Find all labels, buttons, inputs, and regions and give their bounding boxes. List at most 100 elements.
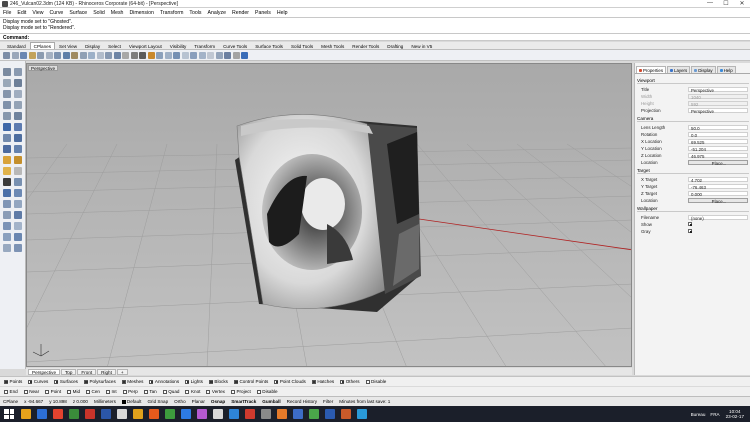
select-icon[interactable]: [3, 68, 11, 76]
text-icon[interactable]: [14, 123, 22, 131]
taskbar-app-icon[interactable]: [261, 409, 271, 419]
show-checkbox[interactable]: [688, 222, 692, 227]
filter-toggle[interactable]: Filter: [323, 399, 333, 404]
osnap-tan[interactable]: Tan: [143, 389, 157, 394]
tab-display[interactable]: Display: [81, 42, 104, 49]
filter-point-clouds[interactable]: Point Clouds: [274, 379, 306, 384]
cplane-elevation-icon[interactable]: [20, 51, 27, 59]
cplane-world-front-icon[interactable]: [96, 51, 104, 59]
taskbar-app-icon[interactable]: [69, 409, 79, 419]
grid-icon[interactable]: [139, 51, 146, 59]
box-icon[interactable]: [3, 145, 11, 153]
zoom-selected-icon[interactable]: [190, 51, 197, 59]
osnap-perp[interactable]: Perp: [122, 389, 138, 394]
gumball-toggle[interactable]: Gumball: [262, 399, 280, 404]
x-target-field[interactable]: 4.702: [688, 176, 748, 183]
smarttrack-toggle[interactable]: SmartTrack: [231, 399, 256, 404]
taskbar-app-icon[interactable]: [229, 409, 239, 419]
menu-solid[interactable]: Solid: [93, 10, 105, 16]
point-icon[interactable]: [3, 79, 11, 87]
current-layer[interactable]: Default: [121, 399, 141, 404]
tab-mesh-tools[interactable]: Mesh Tools: [317, 42, 348, 49]
menu-analyze[interactable]: Analyze: [208, 10, 226, 16]
set-view-icon[interactable]: [224, 51, 231, 59]
add-viewport-tab-button[interactable]: +: [116, 368, 128, 375]
scale-icon[interactable]: [14, 222, 22, 230]
y-target-field[interactable]: -76.463: [688, 183, 748, 190]
taskbar-app-icon[interactable]: [165, 409, 175, 419]
y-location-field[interactable]: -51.204: [688, 145, 748, 152]
named-cplanes-icon[interactable]: [130, 51, 138, 59]
tab-transform[interactable]: Transform: [190, 42, 219, 49]
cylinder-icon[interactable]: [3, 156, 11, 164]
osnap-toggle[interactable]: Osnap: [211, 399, 225, 404]
taskbar-app-icon[interactable]: [149, 409, 159, 419]
tab-drafting[interactable]: Drafting: [383, 42, 407, 49]
menu-transform[interactable]: Transform: [160, 10, 183, 16]
filter-curves[interactable]: Curves: [28, 379, 48, 384]
osnap-project[interactable]: Project: [230, 389, 251, 394]
copy-icon[interactable]: [14, 211, 22, 219]
target-place-button[interactable]: Place...: [688, 197, 748, 204]
sphere-icon[interactable]: [14, 145, 22, 153]
planar-toggle[interactable]: Planar: [192, 399, 205, 404]
tab-cplanes[interactable]: CPlanes: [29, 42, 56, 49]
split-icon[interactable]: [14, 189, 22, 197]
curve-icon[interactable]: [14, 79, 22, 87]
filter-meshes[interactable]: Meshes: [121, 379, 143, 384]
filter-lights[interactable]: Lights: [185, 379, 203, 384]
filter-control-points[interactable]: Control Points: [233, 379, 268, 384]
loft-icon[interactable]: [14, 134, 22, 142]
osnap-point[interactable]: Point: [45, 389, 61, 394]
menu-render[interactable]: Render: [232, 10, 249, 16]
render-icon[interactable]: [147, 51, 155, 59]
z-target-field[interactable]: 0.000: [688, 190, 748, 197]
record-history-toggle[interactable]: Record History: [287, 399, 317, 404]
menu-surface[interactable]: Surface: [69, 10, 87, 16]
tab-visibility[interactable]: Visibility: [166, 42, 191, 49]
cplane-zaxis-icon[interactable]: [71, 51, 78, 59]
lens-field[interactable]: 50.0: [688, 124, 748, 131]
gray-checkbox[interactable]: [688, 229, 692, 234]
light-icon[interactable]: [14, 167, 22, 175]
taskbar-app-icon[interactable]: [293, 409, 303, 419]
vptab-perspective[interactable]: Perspective: [28, 368, 61, 375]
move-icon[interactable]: [3, 211, 11, 219]
tab-solid-tools[interactable]: Solid Tools: [287, 42, 317, 49]
panel-tab-layers[interactable]: Layers: [667, 66, 691, 73]
select-window-icon[interactable]: [14, 68, 22, 76]
osnap-quad[interactable]: Quad: [162, 389, 179, 394]
tab-viewport-layout[interactable]: Viewport Layout: [125, 42, 166, 49]
taskbar-app-icon[interactable]: [277, 409, 287, 419]
join-icon[interactable]: [3, 200, 11, 208]
analyze-icon[interactable]: [14, 244, 22, 252]
arc-icon[interactable]: [3, 112, 11, 120]
cplane-next-icon[interactable]: [122, 51, 129, 59]
filter-disable[interactable]: Disable: [365, 379, 386, 384]
undo-view-icon[interactable]: [215, 51, 223, 59]
taskbar-app-icon[interactable]: [21, 409, 31, 419]
tab-standard[interactable]: Standard: [3, 42, 30, 49]
taskbar-app-icon[interactable]: [213, 409, 223, 419]
tab-new-in-v5[interactable]: New in V5: [407, 42, 436, 49]
cplane-previous-icon[interactable]: [113, 51, 121, 59]
mirror-icon[interactable]: [3, 233, 11, 241]
osnap-int[interactable]: Int: [105, 389, 117, 394]
tray-language[interactable]: FRA: [710, 412, 719, 417]
tab-curve-tools[interactable]: Curve Tools: [219, 42, 251, 49]
tray-clock[interactable]: 10:04 23-02-17: [726, 409, 744, 419]
rotate-view-icon[interactable]: [207, 51, 214, 59]
cplane-world-top-icon[interactable]: [88, 51, 95, 59]
taskbar-app-icon[interactable]: [53, 409, 63, 419]
z-location-field[interactable]: 46.975: [688, 152, 748, 159]
taskbar-app-icon[interactable]: [309, 409, 319, 419]
grid-snap-toggle[interactable]: Grid Snap: [147, 399, 168, 404]
taskbar-app-icon[interactable]: [133, 409, 143, 419]
close-button[interactable]: ✕: [734, 0, 750, 7]
tab-surface-tools[interactable]: Surface Tools: [251, 42, 287, 49]
trim-icon[interactable]: [3, 189, 11, 197]
osnap-cen[interactable]: Cen: [86, 389, 100, 394]
camera-place-button[interactable]: Place...: [688, 159, 748, 166]
osnap-end[interactable]: End: [4, 389, 18, 394]
viewport-icon[interactable]: [156, 51, 163, 59]
